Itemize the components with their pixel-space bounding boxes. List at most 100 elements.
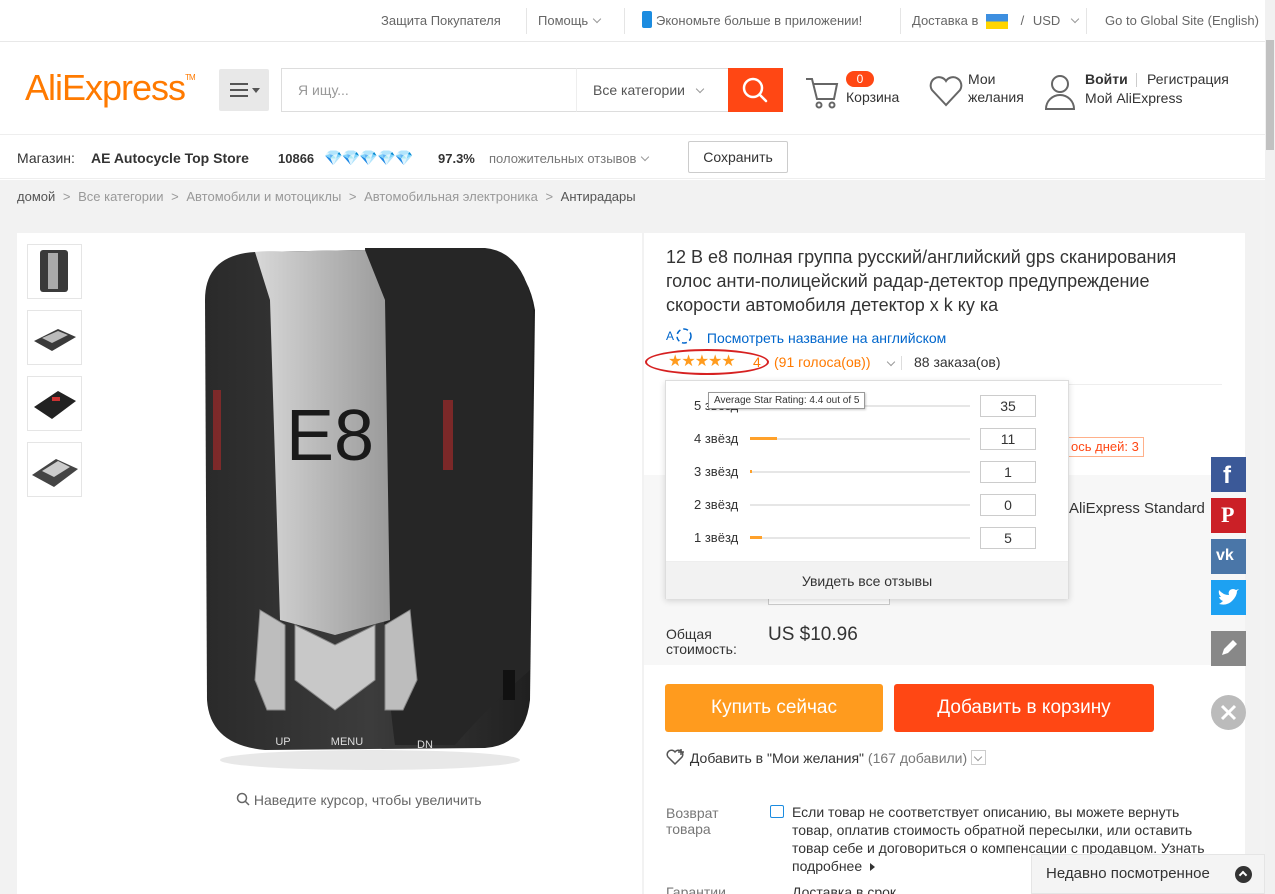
rating-row-label: 3 звёзд [694,464,739,479]
wishlist-label-line1: Мои [968,71,996,87]
positive-percent: 97.3% [438,151,475,166]
pencil-icon [1222,640,1237,655]
rating-row-label: 1 звёзд [694,530,739,545]
wishlist-count: (167 добавили) [867,750,968,766]
rating-row-2[interactable]: 2 звёзд 0 [666,494,1070,516]
rating-count: 5 [980,527,1036,549]
rating-bar-fill [750,470,753,473]
register-link[interactable]: Регистрация [1147,71,1229,87]
chevron-down-icon [886,357,896,367]
categories-menu-button[interactable] [219,69,269,111]
ukraine-flag-icon [985,14,1008,30]
thumbnail-image [40,250,68,292]
category-select[interactable]: Все категории [576,68,729,112]
scrollbar-thumb[interactable] [1266,40,1274,150]
heart-plus-icon [666,749,684,766]
rating-row-1[interactable]: 1 звёзд 5 [666,527,1070,549]
divider [526,8,527,34]
recently-viewed-bar[interactable]: Недавно посмотренное [1031,854,1265,894]
main-product-image[interactable]: E8 UP MENU DN [185,240,555,780]
chevron-down-icon [592,14,602,24]
shipping-method[interactable]: AliExpress Standard [1069,500,1205,517]
see-all-reviews-link[interactable]: Увидеть все отзывы [666,561,1068,599]
caret-down-icon [252,88,260,93]
add-to-cart-button[interactable]: Добавить в корзину [894,684,1154,732]
gallery-thumbnail[interactable] [27,376,82,431]
rating-count: 1 [980,461,1036,483]
rating-row-label: 2 звёзд [694,497,739,512]
promo-countdown: ось дней: 3 [1066,437,1144,457]
thumbnail-image [32,459,78,487]
rating-divider [901,356,902,370]
total-price: US $10.96 [768,624,858,645]
chevron-down-icon [695,84,705,94]
breadcrumb-sep: > [348,189,357,204]
votes-count-link[interactable]: (91 голоса(ов)) [774,354,871,370]
svg-text:A: A [666,329,674,343]
currency-separator: / [1020,13,1025,28]
add-to-wishlist-label: Добавить в "Мои желания" [689,750,865,766]
thumbnail-image [34,329,76,351]
rating-bar-track [750,470,970,473]
rating-count: 35 [980,395,1036,417]
total-label: Общая стоимость: [666,626,737,657]
store-bar: Магазин: AE Autocycle Top Store 10866 💎💎… [0,136,1265,179]
logo-text: AliExpress [25,67,186,108]
search-button[interactable] [728,68,783,112]
rating-count: 11 [980,428,1036,450]
search-input[interactable]: Я ищу... [281,68,576,112]
buyer-protection-link[interactable]: Защита Покупателя [381,0,501,42]
rating-row-4[interactable]: 4 звёзд 11 [666,428,1070,450]
app-promo-link[interactable]: Экономьте больше в приложении! [642,0,862,42]
vk-icon: vk [1216,547,1234,564]
feedback-edit-button[interactable] [1211,631,1246,666]
gallery-thumbnail[interactable] [27,244,82,299]
facebook-share-button[interactable]: f [1211,457,1246,492]
help-menu[interactable]: Помощь [538,0,602,42]
twitter-icon [1218,589,1239,605]
user-icon [1044,75,1076,110]
store-label: Магазин: [17,150,75,166]
positive-feedback-label: положительных отзывов [489,151,637,166]
twitter-share-button[interactable] [1211,580,1246,615]
breadcrumb-radar-detectors[interactable]: Антирадары [561,189,636,204]
gallery-thumbnail[interactable] [27,442,82,497]
breadcrumb-home[interactable]: домой [17,189,55,204]
rating-row-3[interactable]: 3 звёзд 1 [666,461,1070,483]
rating-highlight-circle [645,349,769,375]
cart-link[interactable]: 0 Корзина [804,69,914,113]
facebook-icon: f [1223,462,1231,489]
positive-feedback-dropdown[interactable]: положительных отзывов [489,151,650,166]
divider [900,8,901,34]
save-store-button[interactable]: Сохранить [688,141,788,173]
vk-share-button[interactable]: vk [1211,539,1246,574]
gallery-thumbnail[interactable] [27,310,82,365]
rating-breakdown-popup: 5 звёзд 35 4 звёзд 11 3 звёзд 1 2 звёзд … [665,380,1069,599]
my-aliexpress-link[interactable]: Мой AliExpress [1085,90,1182,106]
breadcrumb-sep: > [171,189,179,204]
wishlist-link[interactable]: Мои желания [928,69,1038,113]
breadcrumb-auto-electronics[interactable]: Автомобильная электроника [364,189,538,204]
ship-to-selector[interactable]: Доставка в / USD [912,0,1080,42]
breadcrumb-sep: > [545,189,554,204]
breadcrumb-all-categories[interactable]: Все категории [78,189,163,204]
login-link[interactable]: Войти [1085,71,1128,87]
translate-title-link[interactable]: A Посмотреть название на английском [666,325,946,346]
translate-title-label: Посмотреть название на английском [706,330,947,346]
wishlist-dropdown-button[interactable] [971,750,987,765]
aliexpress-logo[interactable]: AliExpressTM [25,67,196,109]
pinterest-share-button[interactable]: P [1211,498,1246,533]
close-share-button[interactable] [1211,695,1246,730]
app-promo-label: Экономьте больше в приложении! [656,13,863,28]
rating-count: 0 [980,494,1036,516]
pinterest-icon: P [1221,502,1235,527]
search-icon [742,77,768,103]
add-to-wishlist[interactable]: Добавить в "Мои желания" (167 добавили) [666,748,987,766]
breadcrumb-auto-moto[interactable]: Автомобили и мотоциклы [186,189,341,204]
global-site-link[interactable]: Go to Global Site (English) [1105,0,1259,42]
buy-now-button[interactable]: Купить сейчас [665,684,883,732]
rating-row-label: 4 звёзд [694,431,739,446]
store-name-link[interactable]: AE Autocycle Top Store [91,150,249,166]
zoom-hint-text: Наведите курсор, чтобы увеличить [253,792,482,808]
rating-bar-fill [750,437,777,440]
